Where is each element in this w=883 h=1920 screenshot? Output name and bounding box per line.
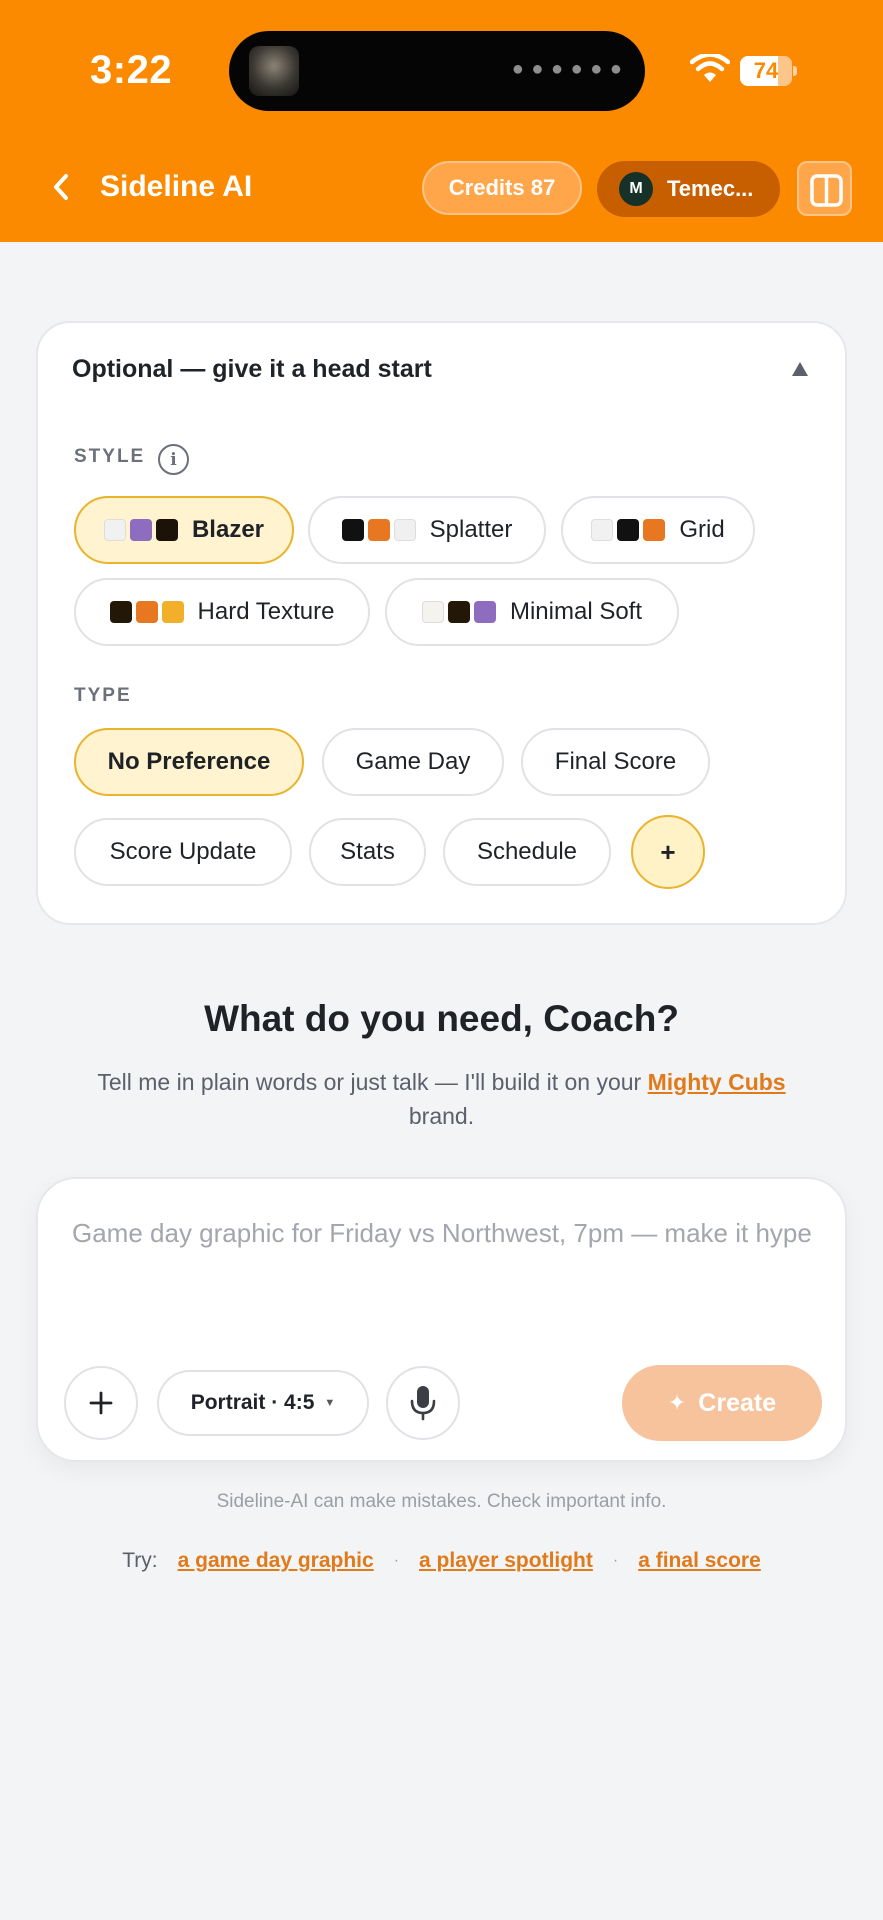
type-chip-label: Schedule	[476, 838, 578, 865]
credits-badge-button[interactable]: Credits 87	[422, 161, 582, 215]
subtitle-text: Tell me in plain words or just talk — I'…	[97, 1069, 648, 1095]
suggestion-player-spotlight[interactable]: a player spotlight	[419, 1549, 593, 1573]
plus-icon	[89, 1391, 113, 1415]
app-header: 3:22 ● ● ● ● ● ● 74 Sideline AI Credits …	[0, 0, 883, 242]
battery-indicator: 74	[740, 56, 797, 86]
brand-link[interactable]: Mighty Cubs	[648, 1069, 786, 1095]
style-chip-splatter[interactable]: Splatter	[308, 496, 546, 564]
head-start-options-card: Optional — give it a head start STYLE i …	[36, 321, 847, 925]
create-button[interactable]: ✦ Create	[622, 1365, 822, 1441]
main-heading: What do you need, Coach?	[204, 998, 679, 1039]
color-swatch	[367, 519, 390, 541]
attach-button[interactable]	[64, 1366, 138, 1440]
type-chip-stats[interactable]: Stats	[309, 818, 426, 886]
now-playing-thumbnail	[249, 46, 299, 96]
dynamic-island: ● ● ● ● ● ●	[229, 31, 645, 111]
battery-level-text: 74	[753, 58, 779, 83]
try-label: Try:	[122, 1549, 158, 1572]
style-chip-label: Hard Texture	[197, 598, 335, 625]
style-swatches	[341, 519, 416, 541]
separator-dot: ·	[612, 1552, 619, 1569]
wifi-icon	[690, 54, 730, 82]
app-title: Sideline AI	[100, 170, 253, 203]
team-switcher-button[interactable]: M Temec...	[597, 161, 780, 217]
more-types-button[interactable]: +	[631, 815, 705, 889]
subtitle-suffix: brand.	[408, 1103, 475, 1129]
activity-dots-icon: ● ● ● ● ● ●	[511, 58, 623, 80]
type-section-label: TYPE	[74, 685, 132, 706]
color-swatch	[393, 519, 416, 541]
color-swatch	[421, 601, 444, 623]
type-chip-label: Final Score	[554, 748, 677, 775]
type-chip-final-score[interactable]: Final Score	[521, 728, 710, 796]
style-chip-label: Minimal Soft	[509, 598, 643, 625]
color-swatch	[341, 519, 364, 541]
format-select-value: Portrait · 4:5	[190, 1391, 315, 1414]
type-chip-game-day[interactable]: Game Day	[322, 728, 504, 796]
color-swatch	[161, 601, 184, 623]
suggestion-row: Try: a game day graphic · a player spotl…	[0, 1549, 883, 1573]
chevron-down-icon: ▼	[324, 1397, 336, 1409]
options-card-title: Optional — give it a head start	[72, 355, 432, 383]
style-chip-label: Splatter	[429, 516, 513, 543]
type-chip-label: Score Update	[109, 838, 257, 865]
main-subtitle: Tell me in plain words or just talk — I'…	[70, 1065, 813, 1133]
color-swatch	[155, 519, 178, 541]
style-swatches	[591, 519, 666, 541]
type-chip-label: No Preference	[107, 748, 271, 775]
style-swatches	[103, 519, 178, 541]
suggestion-game-day-graphic[interactable]: a game day graphic	[178, 1549, 374, 1573]
color-swatch	[109, 601, 132, 623]
voice-input-button[interactable]	[386, 1366, 460, 1440]
back-chevron-icon[interactable]	[48, 170, 74, 204]
prompt-composer: Portrait · 4:5 ▼ ✦ Create	[36, 1177, 847, 1462]
color-swatch	[591, 519, 614, 541]
separator-dot: ·	[393, 1552, 400, 1569]
type-chip-label: Stats	[340, 838, 395, 865]
color-swatch	[129, 519, 152, 541]
style-swatches	[421, 601, 496, 623]
color-swatch	[447, 601, 470, 623]
collapse-triangle-icon[interactable]	[791, 361, 809, 377]
team-name: Temec...	[667, 176, 754, 201]
create-button-label: Create	[698, 1388, 777, 1417]
info-icon[interactable]: i	[158, 444, 189, 475]
type-chip-schedule[interactable]: Schedule	[443, 818, 611, 886]
style-section-label: STYLE	[74, 446, 146, 467]
color-swatch	[473, 601, 496, 623]
suggestion-final-score[interactable]: a final score	[638, 1549, 761, 1573]
sidebar-toggle-button[interactable]	[797, 161, 852, 216]
type-chip-label: Game Day	[355, 748, 471, 775]
sparkle-icon: ✦	[667, 1390, 687, 1415]
format-select[interactable]: Portrait · 4:5 ▼	[157, 1370, 369, 1436]
color-swatch	[617, 519, 640, 541]
color-swatch	[643, 519, 666, 541]
team-avatar: M	[619, 172, 653, 206]
color-swatch	[135, 601, 158, 623]
split-panel-icon	[810, 174, 843, 207]
ai-disclaimer: Sideline-AI can make mistakes. Check imp…	[216, 1491, 667, 1512]
type-chip-score-update[interactable]: Score Update	[74, 818, 292, 886]
style-chip-blazer[interactable]: Blazer	[74, 496, 294, 564]
style-chip-grid[interactable]: Grid	[561, 496, 755, 564]
status-bar-time: 3:22	[90, 48, 173, 92]
style-chip-label: Blazer	[191, 516, 265, 543]
color-swatch	[103, 519, 126, 541]
style-swatches	[109, 601, 184, 623]
style-chip-hard-texture[interactable]: Hard Texture	[74, 578, 370, 646]
style-chip-label: Grid	[679, 516, 725, 543]
type-chip-no-preference[interactable]: No Preference	[74, 728, 304, 796]
prompt-input[interactable]	[72, 1217, 812, 1327]
microphone-icon	[410, 1386, 436, 1421]
style-chip-minimal-soft[interactable]: Minimal Soft	[385, 578, 679, 646]
